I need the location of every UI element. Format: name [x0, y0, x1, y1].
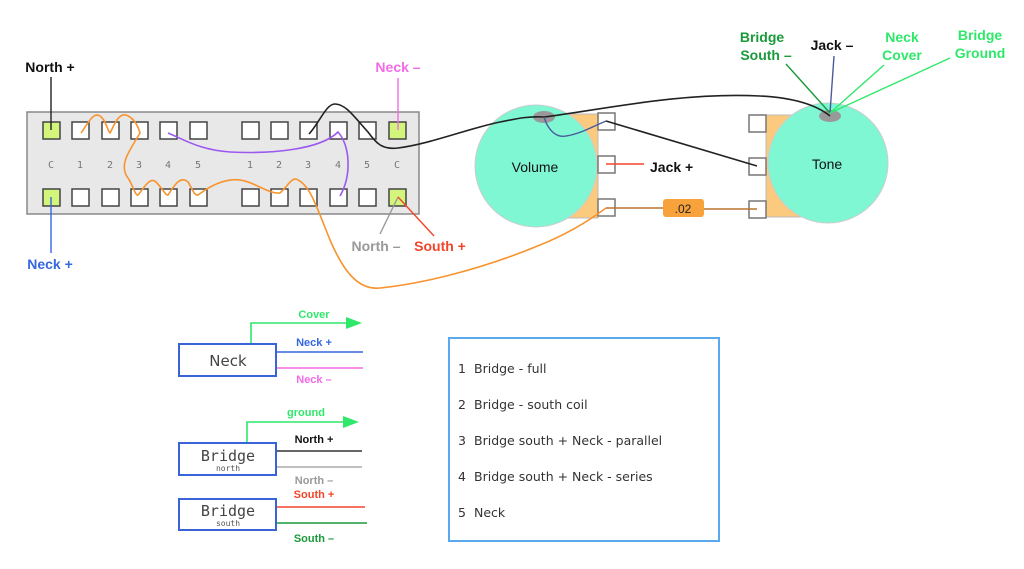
position-number: 4: [458, 469, 466, 484]
bridge-south-name: Bridge: [201, 502, 255, 520]
position-item: 3 Bridge south + Neck - parallel: [458, 433, 662, 448]
switch-terminal[interactable]: [329, 188, 348, 207]
legend-bridge-north-pickup: ground North + North – Bridge north: [178, 407, 362, 487]
volume-label: Volume: [512, 159, 559, 175]
switch-pos-label: 5: [364, 160, 370, 171]
legend-neck-pickup: Cover Neck + Neck – Neck: [178, 309, 363, 386]
position-number: 5: [458, 505, 466, 520]
switch-pos-label: 3: [305, 160, 311, 171]
switch-terminal[interactable]: [189, 121, 208, 140]
wire-bridge-south-minus: [785, 63, 831, 114]
positions-legend: 1 Bridge - full 2 Bridge - south coil 3 Bri…: [448, 337, 720, 542]
neck-minus-text: Neck –: [296, 374, 331, 386]
position-label: Neck: [474, 505, 506, 520]
switch-pos-label: 2: [276, 160, 282, 171]
switch-terminal[interactable]: [130, 188, 149, 207]
switch-pos-label: 5: [195, 160, 201, 171]
position-item: 5 Neck: [458, 505, 505, 520]
switch-terminal[interactable]: [270, 121, 289, 140]
neck-cover-label-1: Neck: [885, 29, 919, 45]
neck-plus-text: Neck +: [296, 337, 332, 349]
switch-terminal[interactable]: [71, 188, 90, 207]
position-number: 2: [458, 397, 466, 412]
switch-terminal[interactable]: [241, 121, 260, 140]
switch-pos-label: C: [48, 160, 54, 171]
switch-pos-label: 3: [136, 160, 142, 171]
bridge-north-name: Bridge: [201, 447, 255, 465]
switch-terminal[interactable]: [358, 188, 377, 207]
south-minus-text: South –: [294, 533, 334, 545]
arrow-icon: [346, 317, 362, 329]
switch-terminal[interactable]: [299, 121, 318, 140]
position-number: 1: [458, 361, 466, 376]
bridge-south-minus-label-1: Bridge: [740, 29, 785, 45]
bridge-ground-text: ground: [287, 407, 325, 419]
legend-bridge-south-pickup: South + South – Bridge south: [178, 489, 367, 545]
south-plus-text: South +: [294, 489, 335, 501]
bridge-ground-label-2: Ground: [955, 45, 1006, 61]
bridge-south-sub: south: [216, 519, 240, 528]
neck-minus-label: Neck –: [375, 59, 420, 75]
position-label: Bridge - full: [474, 361, 547, 376]
north-plus-label: North +: [25, 59, 74, 75]
neck-cover-text: Cover: [298, 309, 330, 321]
neck-cover-label-2: Cover: [882, 47, 922, 63]
jack-plus-label: Jack +: [650, 159, 693, 175]
north-minus-label: North –: [352, 238, 401, 254]
capacitor-value: .02: [675, 202, 692, 216]
jack-minus-label: Jack –: [811, 37, 854, 53]
tone-lug-1[interactable]: [748, 114, 767, 133]
switch-pos-label: 1: [247, 160, 253, 171]
switch-pos-label: 2: [107, 160, 113, 171]
north-plus-text: North +: [295, 434, 334, 446]
bridge-north-sub: north: [216, 464, 240, 473]
neck-plus-label: Neck +: [27, 256, 73, 272]
switch-pos-label: 1: [77, 160, 83, 171]
position-label: Bridge south + Neck - series: [474, 469, 653, 484]
position-number: 3: [458, 433, 466, 448]
switch-pos-label: C: [394, 160, 400, 171]
wire-neck-cover: [829, 64, 885, 114]
position-label: Bridge south + Neck - parallel: [474, 433, 663, 448]
switch-terminal[interactable]: [101, 188, 120, 207]
switch-pos-label: 4: [335, 160, 341, 171]
north-minus-text: North –: [295, 475, 334, 487]
position-item: 4 Bridge south + Neck - series: [458, 469, 653, 484]
arrow-icon: [343, 416, 359, 428]
neck-pickup-name: Neck: [209, 352, 247, 370]
south-plus-label: South +: [414, 238, 466, 254]
position-item: 2 Bridge - south coil: [458, 397, 588, 412]
wire-bridge-ground: [829, 57, 951, 114]
tone-lug-2[interactable]: [748, 157, 767, 176]
bridge-south-minus-label-2: South –: [740, 47, 792, 63]
switch-terminal[interactable]: [159, 188, 178, 207]
switch-pos-label: 4: [165, 160, 171, 171]
position-label: Bridge - south coil: [474, 397, 588, 412]
position-item: 1 Bridge - full: [458, 361, 546, 376]
tone-label: Tone: [812, 156, 843, 172]
switch-terminal[interactable]: [241, 188, 260, 207]
bridge-ground-label-1: Bridge: [958, 27, 1003, 43]
